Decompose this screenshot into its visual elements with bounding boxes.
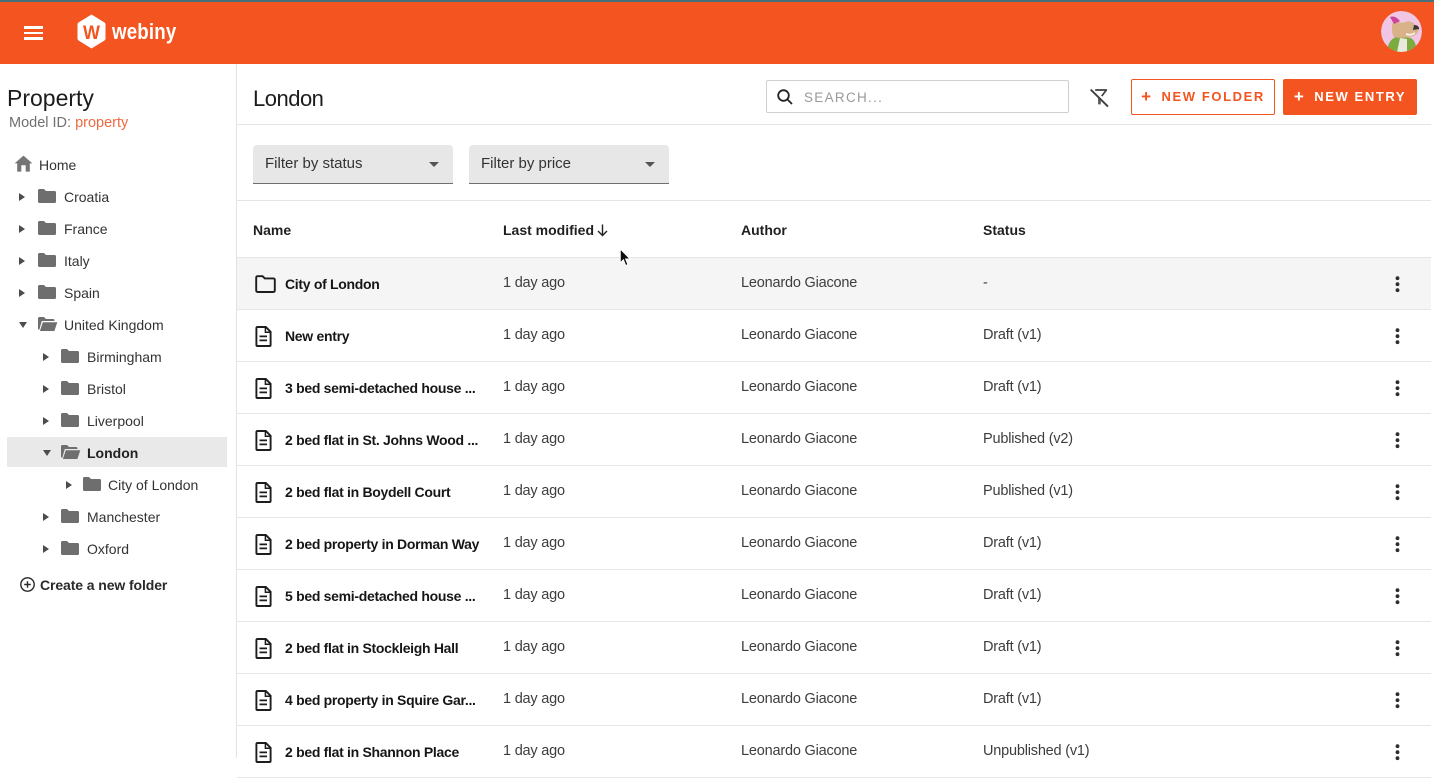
svg-text:W: W bbox=[83, 21, 100, 43]
